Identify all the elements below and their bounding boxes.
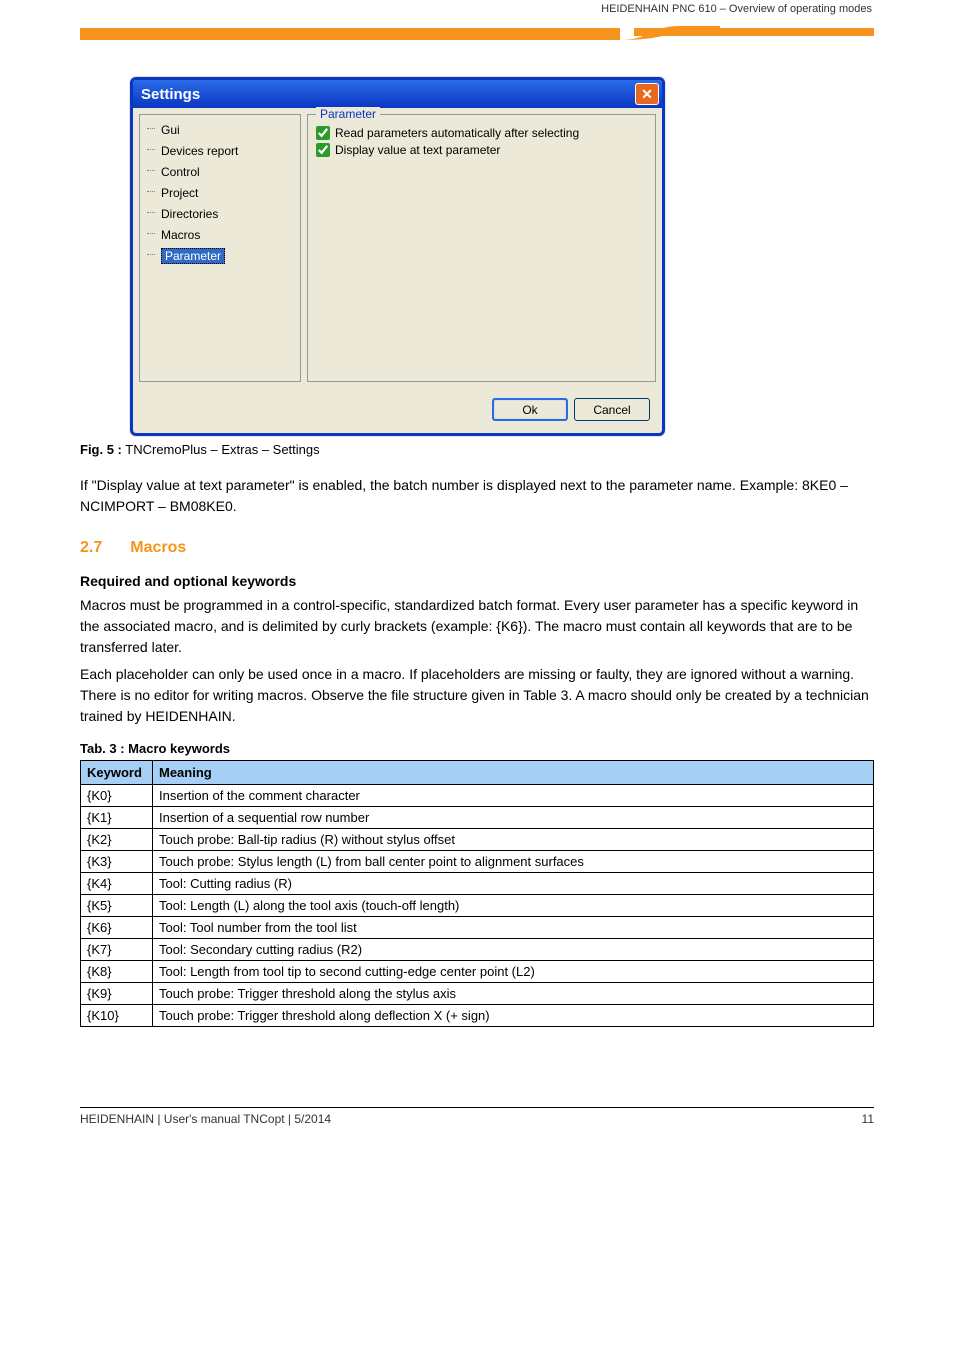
close-icon: ✕: [641, 86, 653, 103]
table-row: {K5}Tool: Length (L) along the tool axis…: [81, 895, 874, 917]
table-row: {K0}Insertion of the comment character: [81, 785, 874, 807]
table-row: {K8}Tool: Length from tool tip to second…: [81, 961, 874, 983]
figure-caption: Fig. 5 : TNCremoPlus – Extras – Settings: [80, 442, 874, 457]
checkbox-display-value[interactable]: Display value at text parameter: [316, 143, 647, 157]
checkbox-read-auto[interactable]: Read parameters automatically after sele…: [316, 126, 647, 140]
table-row: {K2}Touch probe: Ball-tip radius (R) wit…: [81, 829, 874, 851]
table-row: {K1}Insertion of a sequential row number: [81, 807, 874, 829]
checkbox-display-value-label: Display value at text parameter: [335, 143, 500, 157]
description-text: If "Display value at text parameter" is …: [80, 475, 874, 517]
table-row: {K10}Touch probe: Trigger threshold alon…: [81, 1005, 874, 1027]
checkbox-display-value-input[interactable]: [316, 143, 330, 157]
cancel-button[interactable]: Cancel: [574, 398, 650, 421]
table-row: {K4}Tool: Cutting radius (R): [81, 873, 874, 895]
subsection-heading: Required and optional keywords: [80, 573, 874, 589]
checkbox-read-auto-input[interactable]: [316, 126, 330, 140]
tree-item-control[interactable]: Control: [143, 162, 297, 183]
table-caption: Tab. 3 : Macro keywords: [80, 741, 874, 756]
parameter-groupbox: Parameter Read parameters automatically …: [307, 114, 656, 382]
titlebar: Settings ✕: [133, 80, 662, 108]
dialog-title: Settings: [141, 86, 200, 103]
table-row: {K6}Tool: Tool number from the tool list: [81, 917, 874, 939]
settings-dialog: Settings ✕ Gui Devices report Control Pr…: [130, 77, 665, 436]
section-heading: 2.7Macros: [80, 539, 874, 557]
macro-keywords-table: Keyword Meaning {K0}Insertion of the com…: [80, 760, 874, 1027]
col-meaning: Meaning: [153, 761, 874, 785]
col-keyword: Keyword: [81, 761, 153, 785]
close-button[interactable]: ✕: [635, 83, 659, 105]
checkbox-read-auto-label: Read parameters automatically after sele…: [335, 126, 579, 140]
table-row: {K9}Touch probe: Trigger threshold along…: [81, 983, 874, 1005]
paragraph-1: Macros must be programmed in a control-s…: [80, 595, 874, 658]
breadcrumb: HEIDENHAIN PNC 610 – Overview of operati…: [601, 3, 872, 15]
paragraph-2: Each placeholder can only be used once i…: [80, 664, 874, 727]
page-footer: HEIDENHAIN | User's manual TNCopt | 5/20…: [80, 1107, 874, 1126]
footer-left: HEIDENHAIN | User's manual TNCopt | 5/20…: [80, 1112, 331, 1126]
ok-button[interactable]: Ok: [492, 398, 568, 421]
tree-item-gui[interactable]: Gui: [143, 120, 297, 141]
tree-item-project[interactable]: Project: [143, 183, 297, 204]
table-row: {K3}Touch probe: Stylus length (L) from …: [81, 851, 874, 873]
tree-item-devices-report[interactable]: Devices report: [143, 141, 297, 162]
tree-item-parameter[interactable]: Parameter: [143, 246, 297, 267]
footer-page-number: 11: [862, 1112, 874, 1126]
settings-tree: Gui Devices report Control Project Direc…: [139, 114, 301, 382]
table-row: {K7}Tool: Secondary cutting radius (R2): [81, 939, 874, 961]
groupbox-legend: Parameter: [316, 107, 380, 121]
tree-item-directories[interactable]: Directories: [143, 204, 297, 225]
tree-item-macros[interactable]: Macros: [143, 225, 297, 246]
